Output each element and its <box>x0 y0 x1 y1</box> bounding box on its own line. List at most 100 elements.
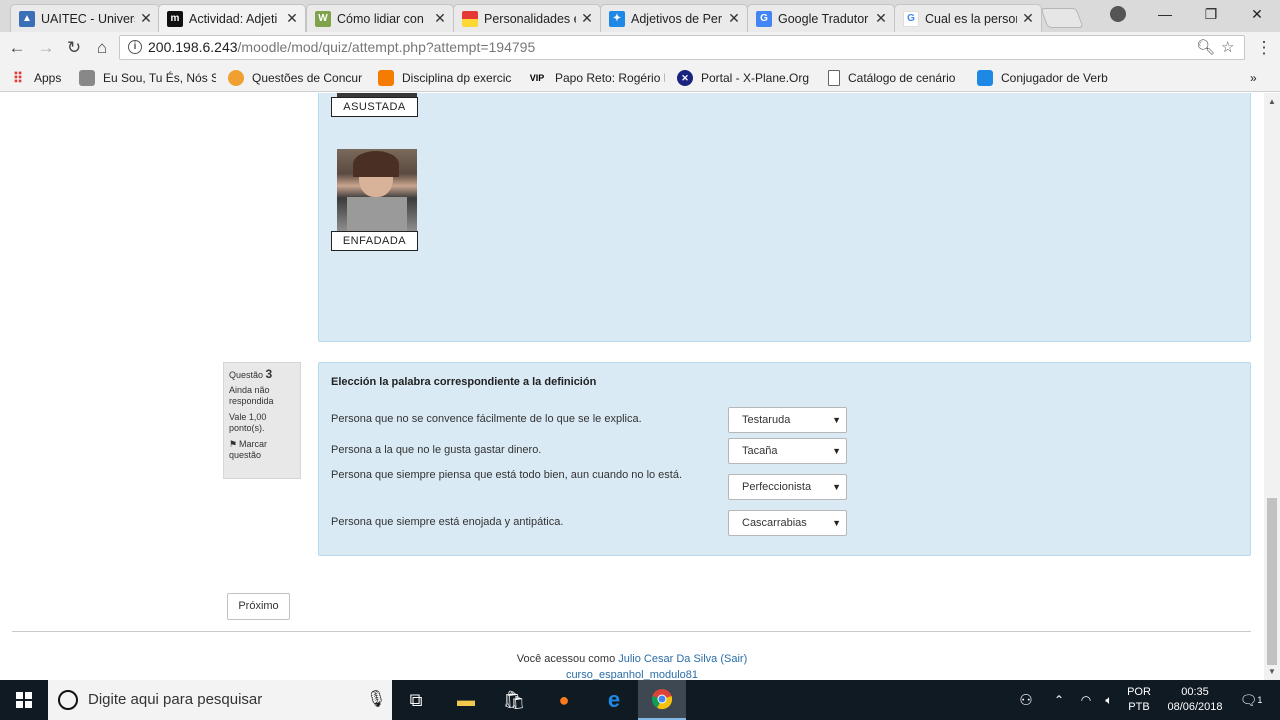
profile-icon[interactable] <box>1110 6 1126 22</box>
firefox-icon[interactable]: ● <box>540 680 588 720</box>
next-button[interactable]: Próximo <box>227 593 290 620</box>
definition-3: Persona que siempre piensa que está todo… <box>331 469 683 481</box>
url-path: /moodle/mod/quiz/attempt.php?attempt=194… <box>237 39 536 55</box>
bookmark-papo-reto[interactable]: VIP Papo Reto: Rogério F <box>527 69 665 87</box>
scroll-thumb[interactable] <box>1267 498 1277 665</box>
question-number: 3 <box>265 367 273 381</box>
bookmarks-bar: ⠿ Apps Eu Sou, Tu És, Nós S Questões de … <box>0 63 1280 92</box>
answer-select-4[interactable]: Cascarrabias ▼ <box>728 510 847 536</box>
tab-strip: ▲ UAITEC - Univers ✕ m Actividad: Adjeti… <box>0 0 1280 32</box>
tab-uaitec[interactable]: ▲ UAITEC - Univers ✕ <box>10 4 160 32</box>
close-tab-icon[interactable]: ✕ <box>1021 10 1035 27</box>
close-tab-icon[interactable]: ✕ <box>433 10 447 27</box>
flag-favicon-icon <box>462 10 478 27</box>
image-enfadada[interactable]: ENFADADA <box>331 149 418 251</box>
file-explorer-icon[interactable]: ▬ <box>442 680 490 720</box>
close-tab-icon[interactable]: ✕ <box>874 10 888 27</box>
tab-title: Cual es la person <box>925 11 1017 26</box>
wifi-icon[interactable]: ◠ <box>1074 680 1098 720</box>
question-3-info: Questão 3 Ainda não respondida Vale 1,00… <box>223 362 301 479</box>
clock[interactable]: 00:35 08/06/2018 <box>1158 680 1232 720</box>
bookmark-eu-sou[interactable]: Eu Sou, Tu És, Nós S <box>79 69 216 87</box>
answer-select-1[interactable]: Testaruda ▼ <box>728 407 847 433</box>
minimize-button[interactable]: — <box>1142 0 1188 28</box>
tab-como-lidiar[interactable]: W Cómo lidiar con ✕ <box>306 4 454 32</box>
bookmark-disciplina[interactable]: Disciplina dp exercic <box>378 69 514 87</box>
google-favicon-icon: G <box>903 10 919 27</box>
quiz-page: ASUSTADA ENFADADA Questão 3 Ainda não re… <box>0 93 1264 680</box>
close-tab-icon[interactable]: ✕ <box>139 10 153 27</box>
search-placeholder: Digite aqui para pesquisar <box>88 691 263 708</box>
scroll-down-icon[interactable]: ▼ <box>1268 667 1276 676</box>
hair-shape <box>353 151 399 177</box>
conjugador-icon <box>977 70 993 86</box>
microphone-icon[interactable]: 🎙︎ <box>366 680 386 720</box>
maximize-button[interactable]: ❐ <box>1188 0 1234 28</box>
chrome-taskbar-icon[interactable] <box>638 680 686 720</box>
start-button[interactable] <box>0 680 48 720</box>
volume-icon[interactable]: 🔈︎ <box>1098 680 1120 720</box>
taskbar-search[interactable]: Digite aqui para pesquisar 🎙︎ <box>48 680 392 720</box>
notification-center[interactable]: 🗨︎ 1 <box>1236 680 1266 720</box>
task-view-icon[interactable]: ⧉ <box>392 680 440 720</box>
menu-icon[interactable]: ⋮ <box>1252 36 1276 60</box>
tab-actividad[interactable]: m Actividad: Adjeti ✕ <box>158 4 306 32</box>
bookmark-questoes[interactable]: Questões de Concur <box>228 69 366 87</box>
edge-icon[interactable]: e <box>590 680 638 720</box>
close-window-button[interactable]: ✕ <box>1234 0 1280 28</box>
question-title: Elección la palabra correspondiente a la… <box>331 376 597 388</box>
bookmark-label: Eu Sou, Tu És, Nós S <box>103 71 216 85</box>
back-icon[interactable]: ← <box>5 36 29 60</box>
reload-icon[interactable]: ↻ <box>62 36 86 60</box>
photo-enfadada <box>337 149 417 231</box>
tab-adjetivos[interactable]: ✦ Adjetivos de Per ✕ <box>600 4 748 32</box>
zoom-icon[interactable]: 🔍︎ <box>1196 36 1215 59</box>
dropdown-arrow-icon: ▼ <box>832 415 841 425</box>
show-hidden-icons[interactable]: ⌃ <box>1046 680 1072 720</box>
tab-personalidades[interactable]: Personalidades e ✕ <box>453 4 601 32</box>
answer-select-3[interactable]: Perfeccionista ▼ <box>728 474 847 500</box>
answer-select-2[interactable]: Tacaña ▼ <box>728 438 847 464</box>
page-scrollbar[interactable]: ▲ ▼ <box>1264 93 1280 680</box>
dropdown-arrow-icon: ▼ <box>832 446 841 456</box>
dropdown-arrow-icon: ▼ <box>832 518 841 528</box>
store-icon[interactable]: 🛍︎ <box>490 680 538 720</box>
bookmark-conjugador[interactable]: Conjugador de Verb <box>977 69 1114 87</box>
scroll-up-icon[interactable]: ▲ <box>1268 97 1276 106</box>
new-tab-button[interactable] <box>1040 8 1084 28</box>
definition-4: Persona que siempre está enojada y antip… <box>331 516 564 528</box>
bookmark-catalogo[interactable]: Catálogo de cenário <box>828 69 966 87</box>
people-icon[interactable]: ⚇ <box>1012 680 1040 720</box>
language-code: POR <box>1127 686 1151 698</box>
windows-taskbar: Digite aqui para pesquisar 🎙︎ ⧉ ▬ 🛍︎ ● e… <box>0 680 1280 720</box>
image-caption: ENFADADA <box>331 231 418 251</box>
bookmark-apps[interactable]: ⠿ Apps <box>10 69 72 87</box>
notification-count: 1 <box>1257 695 1263 705</box>
wikihow-favicon-icon: W <box>315 10 331 27</box>
bookmark-label: Conjugador de Verb <box>1001 71 1108 85</box>
page-icon <box>828 70 840 86</box>
logout-link[interactable]: (Sair) <box>720 653 747 665</box>
more-bookmarks-icon[interactable]: » <box>1250 69 1264 87</box>
url-host: 200.198.6.243 <box>148 39 238 55</box>
user-profile-link[interactable]: Julio Cesar Da Silva <box>618 653 717 665</box>
qc-icon <box>228 70 244 86</box>
flag-question-link[interactable]: ⚑ Marcar questão <box>229 439 295 461</box>
home-icon[interactable]: ⌂ <box>90 36 114 60</box>
question-3-box: Elección la palabra correspondiente a la… <box>318 362 1251 556</box>
forward-icon[interactable]: → <box>34 36 58 60</box>
close-tab-icon[interactable]: ✕ <box>580 10 594 27</box>
tab-google-tradutor[interactable]: G Google Tradutor ✕ <box>747 4 895 32</box>
tab-title: Google Tradutor <box>778 11 869 26</box>
image-asustada[interactable]: ASUSTADA <box>331 93 418 117</box>
tab-cual-es[interactable]: G Cual es la person ✕ <box>894 4 1042 32</box>
close-tab-icon[interactable]: ✕ <box>285 10 299 27</box>
bookmark-xplane[interactable]: ✕ Portal - X-Plane.Org <box>677 69 813 87</box>
info-icon[interactable]: i <box>128 40 142 54</box>
question-grade: Vale 1,00 ponto(s). <box>229 412 267 433</box>
input-language[interactable]: POR PTB <box>1122 680 1156 720</box>
close-tab-icon[interactable]: ✕ <box>727 10 741 27</box>
star-icon[interactable]: ☆ <box>1221 36 1234 59</box>
course-link[interactable]: curso_espanhol_modulo81 <box>0 669 1264 680</box>
address-bar[interactable]: i 200.198.6.243/moodle/mod/quiz/attempt.… <box>119 35 1245 60</box>
